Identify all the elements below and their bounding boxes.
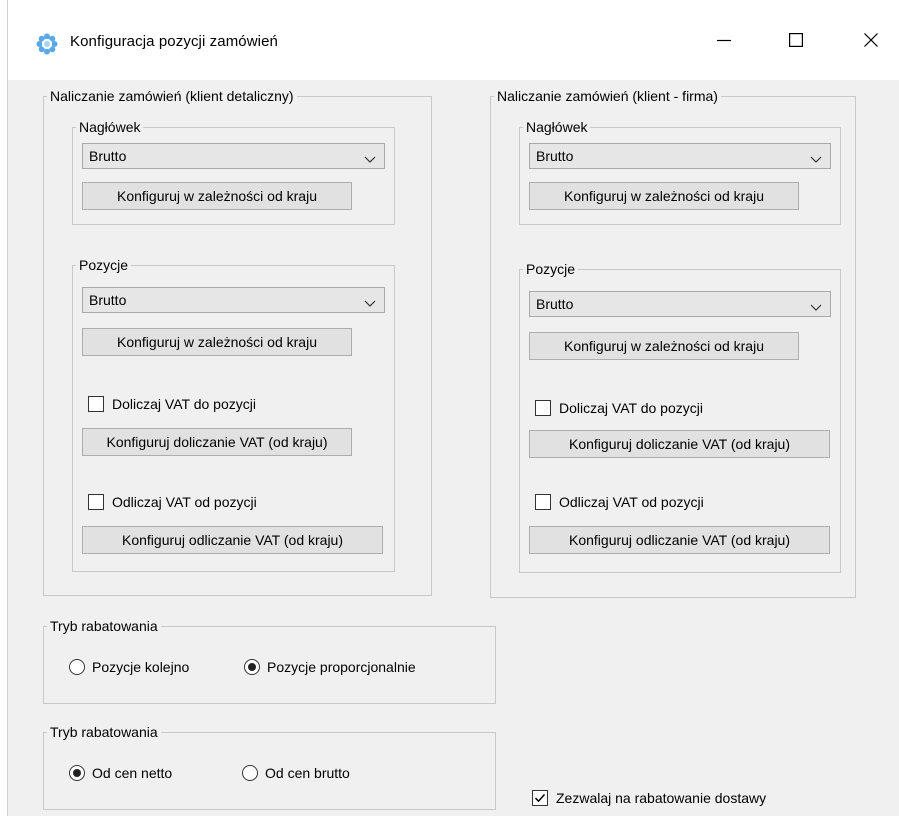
company-add-vat-label: Doliczaj VAT do pozycji (559, 400, 703, 416)
discount-base-group: Tryb rabatowania Od cen netto Od cen bru… (43, 723, 496, 810)
checkbox-box (535, 400, 551, 416)
company-positions-combo[interactable]: Brutto (529, 291, 831, 317)
radio-dot (248, 663, 256, 671)
retail-header-group: Nagłówek Brutto Konfiguruj w zależności … (72, 118, 395, 225)
radio-circle (242, 765, 258, 781)
radio-circle (69, 659, 85, 675)
minimize-button[interactable] (702, 22, 746, 58)
retail-positions-combo[interactable]: Brutto (82, 287, 385, 313)
chevron-down-icon (810, 151, 822, 167)
company-header-combo-value: Brutto (536, 148, 574, 164)
discount-mode-option-sequential[interactable]: Pozycje kolejno (69, 659, 189, 675)
checkbox-box (88, 494, 104, 510)
minimize-icon (717, 33, 731, 47)
retail-sub-vat-label: Odliczaj VAT od pozycji (112, 494, 257, 510)
radio-dot (73, 769, 81, 777)
retail-sub-vat-config-button[interactable]: Konfiguruj odliczanie VAT (od kraju) (82, 526, 383, 554)
allow-shipping-discount-label: Zezwalaj na rabatowanie dostawy (556, 790, 767, 806)
company-header-group: Nagłówek Brutto Konfiguruj w zależności … (519, 118, 841, 225)
retail-add-vat-config-button[interactable]: Konfiguruj doliczanie VAT (od kraju) (82, 428, 352, 456)
discount-base-option-gross[interactable]: Od cen brutto (242, 765, 350, 781)
company-calculation-group: Naliczanie zamówień (klient - firma) Nag… (490, 87, 856, 598)
discount-base-option-net[interactable]: Od cen netto (69, 765, 172, 781)
maximize-button[interactable] (774, 22, 818, 58)
company-positions-legend: Pozycje (523, 260, 579, 278)
retail-calculation-legend: Naliczanie zamówień (klient detaliczny) (47, 87, 297, 105)
discount-base-legend: Tryb rabatowania (47, 723, 161, 741)
retail-calculation-group: Naliczanie zamówień (klient detaliczny) … (43, 87, 432, 596)
retail-positions-legend: Pozycje (76, 256, 132, 274)
discount-base-option-label: Od cen netto (92, 765, 173, 781)
radio-circle (244, 659, 260, 675)
company-sub-vat-config-button[interactable]: Konfiguruj odliczanie VAT (od kraju) (529, 526, 830, 554)
checkmark-icon (534, 793, 546, 803)
maximize-icon (789, 33, 803, 47)
company-positions-group: Pozycje Brutto Konfiguruj w zależności o… (519, 260, 841, 573)
company-add-vat-checkbox[interactable]: Doliczaj VAT do pozycji (535, 400, 703, 416)
close-icon (864, 33, 878, 47)
close-button[interactable] (849, 22, 893, 58)
discount-base-option-label: Od cen brutto (265, 765, 350, 781)
radio-circle (69, 765, 85, 781)
title-bar: Konfiguracja pozycji zamówień (8, 0, 899, 80)
discount-mode-option-proportional[interactable]: Pozycje proporcjonalnie (244, 659, 416, 675)
retail-header-combo[interactable]: Brutto (82, 143, 385, 169)
company-sub-vat-checkbox[interactable]: Odliczaj VAT od pozycji (535, 494, 704, 510)
chevron-down-icon (364, 295, 376, 311)
allow-shipping-discount-checkbox[interactable]: Zezwalaj na rabatowanie dostawy (532, 790, 766, 806)
dialog-window: Konfiguracja pozycji zamówień Naliczanie… (7, 0, 899, 816)
company-header-combo[interactable]: Brutto (529, 143, 831, 169)
retail-header-config-button[interactable]: Konfiguruj w zależności od kraju (82, 182, 352, 210)
retail-positions-config-button[interactable]: Konfiguruj w zależności od kraju (82, 328, 352, 356)
chevron-down-icon (810, 299, 822, 315)
discount-mode-group: Tryb rabatowania Pozycje kolejno Pozycje… (43, 617, 496, 704)
company-header-config-button[interactable]: Konfiguruj w zależności od kraju (529, 182, 799, 210)
company-sub-vat-label: Odliczaj VAT od pozycji (559, 494, 704, 510)
retail-sub-vat-checkbox[interactable]: Odliczaj VAT od pozycji (88, 494, 257, 510)
company-header-legend: Nagłówek (523, 118, 591, 136)
checkbox-box (532, 790, 548, 806)
checkbox-box (535, 494, 551, 510)
retail-add-vat-checkbox[interactable]: Doliczaj VAT do pozycji (88, 396, 256, 412)
discount-mode-option-label: Pozycje kolejno (92, 659, 190, 675)
retail-add-vat-label: Doliczaj VAT do pozycji (112, 396, 256, 412)
chevron-down-icon (364, 151, 376, 167)
window-title: Konfiguracja pozycji zamówień (70, 33, 278, 50)
retail-positions-group: Pozycje Brutto Konfiguruj w zależności o… (72, 256, 395, 572)
checkbox-box (88, 396, 104, 412)
company-add-vat-config-button[interactable]: Konfiguruj doliczanie VAT (od kraju) (529, 430, 830, 458)
retail-header-legend: Nagłówek (76, 118, 144, 136)
company-calculation-legend: Naliczanie zamówień (klient - firma) (494, 87, 721, 105)
retail-header-combo-value: Brutto (89, 148, 127, 164)
gear-flower-icon (36, 33, 58, 55)
retail-positions-combo-value: Brutto (89, 292, 127, 308)
company-positions-config-button[interactable]: Konfiguruj w zależności od kraju (529, 332, 799, 360)
discount-mode-legend: Tryb rabatowania (47, 617, 161, 635)
company-positions-combo-value: Brutto (536, 296, 574, 312)
discount-mode-option-label: Pozycje proporcjonalnie (267, 659, 416, 675)
